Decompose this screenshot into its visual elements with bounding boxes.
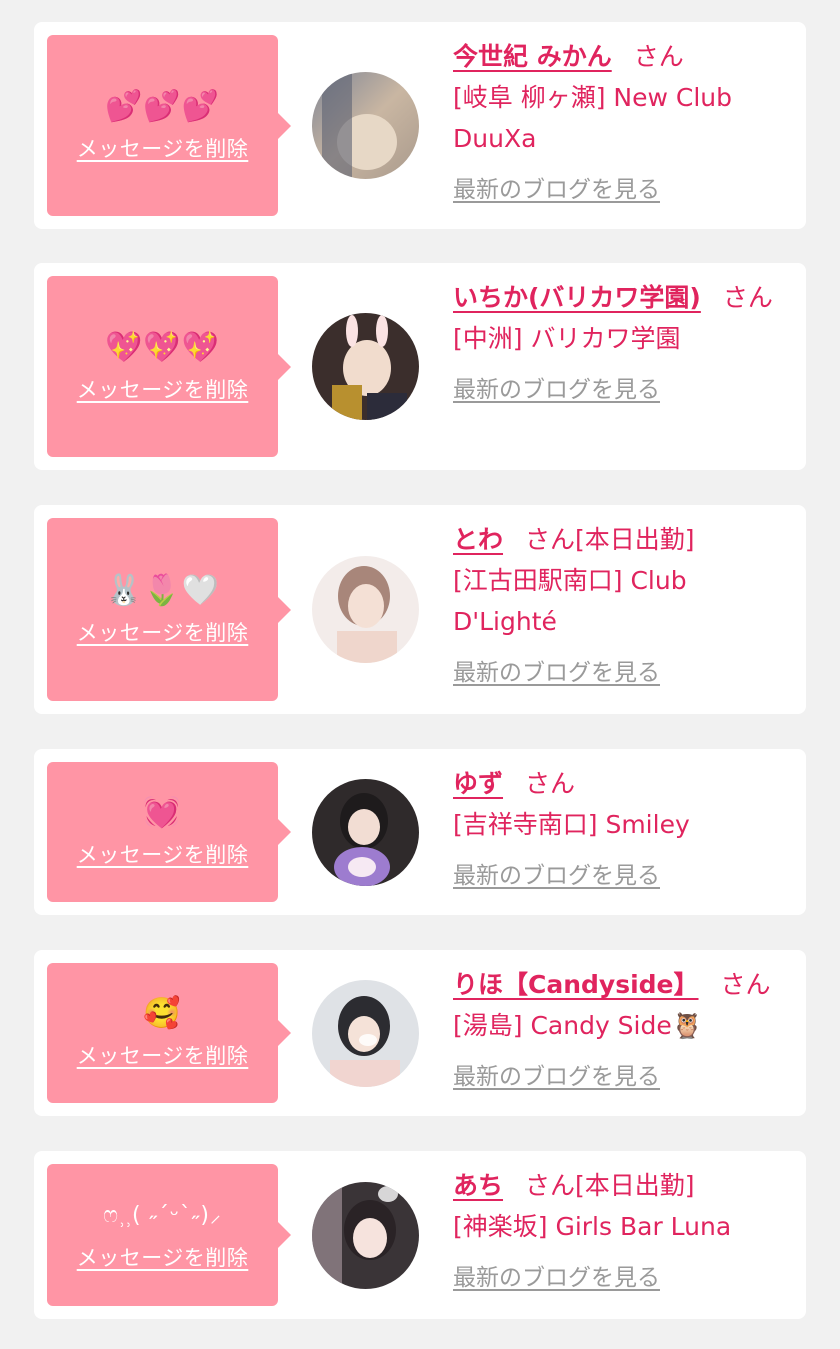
- favorite-card: 💖💖💖 メッセージを削除 いちか(バリカワ学園) さん [中洲] バリカワ学園 最…: [34, 263, 806, 470]
- honorific: さん: [720, 970, 771, 999]
- message-text: 💕💕💕: [104, 88, 221, 124]
- message-text: 🥰: [143, 996, 182, 1031]
- cast-info: あち さん[本日出勤] [神楽坂] Girls Bar Luna 最新のブログを見…: [453, 1165, 793, 1294]
- latest-blog-link[interactable]: 最新のブログを見る: [453, 657, 793, 689]
- avatar-image: [312, 72, 419, 179]
- honorific: さん: [633, 42, 684, 71]
- message-text: 💓: [143, 795, 182, 830]
- favorite-card: 💓 メッセージを削除 ゆず さん [吉祥寺南口] Smiley 最新のブログを見る: [34, 749, 806, 915]
- latest-blog-link[interactable]: 最新のブログを見る: [453, 174, 793, 206]
- favorite-card: 💕💕💕 メッセージを削除 今世紀 みかん さん [岐阜 柳ヶ瀬] New Club…: [34, 22, 806, 229]
- cast-name-link[interactable]: いちか(バリカワ学園): [453, 283, 701, 312]
- delete-message-link[interactable]: メッセージを削除: [77, 1242, 249, 1272]
- honorific: さん: [525, 525, 576, 554]
- latest-blog-link[interactable]: 最新のブログを見る: [453, 1061, 793, 1093]
- message-bubble: 💓 メッセージを削除: [47, 762, 291, 902]
- delete-message-link[interactable]: メッセージを削除: [77, 374, 249, 404]
- favorite-card: 🐰🌷🤍 メッセージを削除 とわ さん[本日出勤] [江古田駅南口] Club D'…: [34, 505, 806, 714]
- honorific: さん: [525, 1171, 576, 1200]
- cast-name-link[interactable]: とわ: [453, 525, 503, 554]
- shop-name: [湯島] Candy Side🦉: [453, 1011, 703, 1040]
- delete-message-link[interactable]: メッセージを削除: [77, 617, 249, 647]
- avatar-image: [312, 779, 419, 886]
- favorite-card: ෆ⸒⸒( ˶ˊᵕˋ˶)⸝ メッセージを削除 あち さん[本日出勤] [神楽坂] G…: [34, 1151, 806, 1319]
- avatar[interactable]: [312, 556, 419, 663]
- message-text: 🐰🌷🤍: [104, 572, 221, 608]
- message-bubble: ෆ⸒⸒( ˶ˊᵕˋ˶)⸝ メッセージを削除: [47, 1164, 291, 1306]
- cast-info: とわ さん[本日出勤] [江古田駅南口] Club D'Lighté 最新のブログ…: [453, 519, 793, 689]
- avatar[interactable]: [312, 779, 419, 886]
- cast-info: りほ【Candyside】 さん [湯島] Candy Side🦉 最新のブログを…: [453, 964, 793, 1093]
- shop-name: [岐阜 柳ヶ瀬] New Club DuuXa: [453, 83, 732, 153]
- latest-blog-link[interactable]: 最新のブログを見る: [453, 374, 793, 406]
- cast-info: 今世紀 みかん さん [岐阜 柳ヶ瀬] New Club DuuXa 最新のブログ…: [453, 36, 793, 206]
- shop-name: [中洲] バリカワ学園: [453, 324, 681, 353]
- latest-blog-link[interactable]: 最新のブログを見る: [453, 860, 793, 892]
- avatar-image: [312, 556, 419, 663]
- cast-info: ゆず さん [吉祥寺南口] Smiley 最新のブログを見る: [453, 763, 793, 892]
- delete-message-link[interactable]: メッセージを削除: [77, 1040, 249, 1070]
- avatar-image: [312, 980, 419, 1087]
- honorific: さん: [525, 769, 576, 798]
- honorific: さん: [722, 283, 773, 312]
- shop-name: [江古田駅南口] Club D'Lighté: [453, 566, 687, 636]
- avatar-image: [312, 313, 419, 420]
- message-bubble: 🐰🌷🤍 メッセージを削除: [47, 518, 291, 701]
- shop-name: [吉祥寺南口] Smiley: [453, 810, 690, 839]
- latest-blog-link[interactable]: 最新のブログを見る: [453, 1262, 793, 1294]
- avatar[interactable]: [312, 980, 419, 1087]
- avatar-image: [312, 1182, 419, 1289]
- avatar[interactable]: [312, 313, 419, 420]
- delete-message-link[interactable]: メッセージを削除: [77, 839, 249, 869]
- cast-info: いちか(バリカワ学園) さん [中洲] バリカワ学園 最新のブログを見る: [453, 277, 793, 406]
- cast-name-link[interactable]: 今世紀 みかん: [453, 42, 612, 71]
- message-bubble: 💖💖💖 メッセージを削除: [47, 276, 291, 457]
- cast-name-link[interactable]: あち: [453, 1171, 503, 1200]
- favorite-card: 🥰 メッセージを削除 りほ【Candyside】 さん [湯島] Candy Si…: [34, 950, 806, 1116]
- cast-name-link[interactable]: りほ【Candyside】: [453, 970, 699, 999]
- shop-name: [神楽坂] Girls Bar Luna: [453, 1212, 732, 1241]
- delete-message-link[interactable]: メッセージを削除: [77, 133, 249, 163]
- avatar[interactable]: [312, 1182, 419, 1289]
- message-text: ෆ⸒⸒( ˶ˊᵕˋ˶)⸝: [103, 1203, 222, 1228]
- cast-name-link[interactable]: ゆず: [453, 769, 503, 798]
- status-tag: [本日出勤]: [575, 525, 695, 554]
- message-bubble: 🥰 メッセージを削除: [47, 963, 291, 1103]
- message-bubble: 💕💕💕 メッセージを削除: [47, 35, 291, 216]
- message-text: 💖💖💖: [104, 329, 221, 365]
- status-tag: [本日出勤]: [575, 1171, 695, 1200]
- avatar[interactable]: [312, 72, 419, 179]
